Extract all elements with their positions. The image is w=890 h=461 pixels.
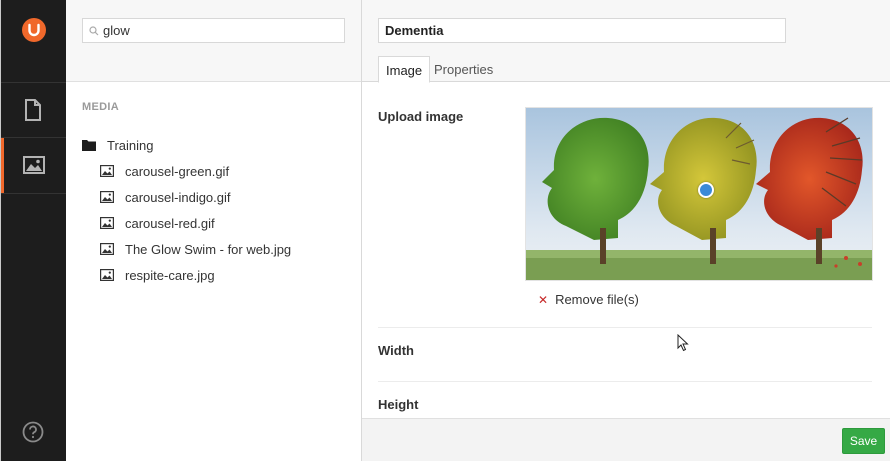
tab-image[interactable]: Image <box>378 56 431 83</box>
focal-point-handle[interactable] <box>698 182 714 198</box>
height-label: Height <box>378 397 419 412</box>
tree-item[interactable]: respite-care.jpg <box>100 266 215 284</box>
picture-icon <box>23 156 45 174</box>
tree-item-label: carousel-red.gif <box>125 215 215 231</box>
image-icon <box>100 217 114 229</box>
tree-header <box>66 0 361 82</box>
image-icon <box>100 243 114 255</box>
remove-files-label: Remove file(s) <box>555 292 639 307</box>
sidebar-section-media[interactable] <box>1 138 67 193</box>
editor-header: Image Properties <box>362 0 890 83</box>
name-input[interactable] <box>378 18 786 43</box>
media-editor: Image Properties Upload image <box>362 0 890 461</box>
help-icon[interactable] <box>22 421 44 443</box>
tree-item-label: carousel-green.gif <box>125 163 230 179</box>
upload-image-label: Upload image <box>378 109 464 124</box>
sidebar-section-content[interactable] <box>1 82 67 137</box>
tree-item-label: respite-care.jpg <box>125 267 215 283</box>
close-icon: ✕ <box>538 292 549 307</box>
image-icon <box>100 269 114 281</box>
tree-item[interactable]: carousel-green.gif <box>100 162 229 180</box>
save-button[interactable]: Save <box>842 428 885 454</box>
search-icon <box>89 26 99 36</box>
document-icon <box>25 99 41 121</box>
image-icon <box>100 165 114 177</box>
property-divider <box>378 327 872 328</box>
property-divider <box>378 381 872 382</box>
tab-properties[interactable]: Properties <box>427 56 500 83</box>
tree-item-label: carousel-indigo.gif <box>125 189 231 205</box>
search-box[interactable] <box>82 18 345 43</box>
tree-panel: MEDIA Training carousel-green.gif carous… <box>66 0 362 461</box>
sidebar-divider <box>1 193 67 194</box>
tree-folder-label: Training <box>107 137 154 153</box>
tree-item[interactable]: The Glow Swim - for web.jpg <box>100 240 291 258</box>
editor-footer: Save <box>362 418 890 461</box>
search-input[interactable] <box>103 21 338 40</box>
image-icon <box>100 191 114 203</box>
tree-section-title: MEDIA <box>82 101 119 113</box>
width-label: Width <box>378 343 414 358</box>
tree-item[interactable]: carousel-red.gif <box>100 214 215 232</box>
app-sidebar <box>0 0 67 461</box>
remove-files-link[interactable]: ✕ Remove file(s) <box>538 292 639 307</box>
tree-item[interactable]: carousel-indigo.gif <box>100 188 231 206</box>
mouse-cursor-icon <box>677 334 689 352</box>
umbraco-logo-icon[interactable] <box>22 18 46 42</box>
folder-icon <box>82 140 96 151</box>
tree-folder-training[interactable]: Training <box>82 136 153 154</box>
tree-item-label: The Glow Swim - for web.jpg <box>125 241 292 257</box>
